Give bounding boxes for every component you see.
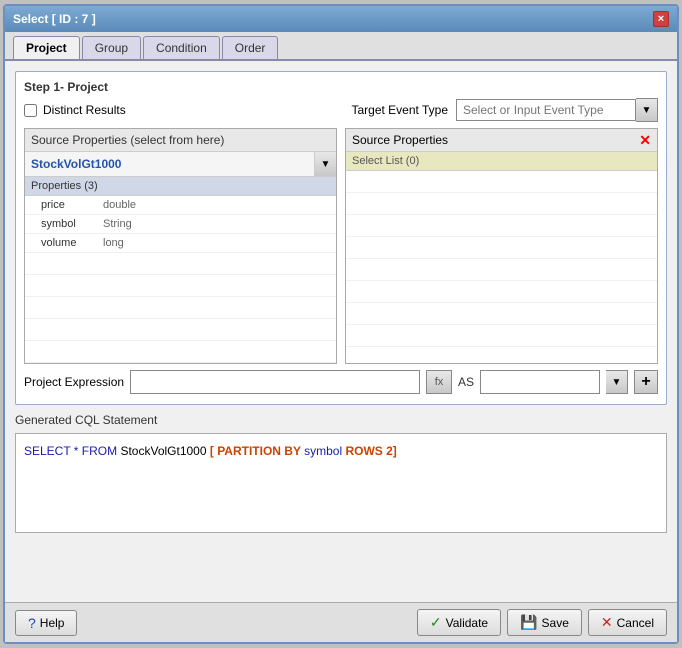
- save-label: Save: [542, 616, 569, 630]
- main-content: Step 1- Project Distinct Results Target …: [5, 61, 677, 602]
- title-bar: Select [ ID : 7 ] ×: [5, 6, 677, 32]
- cql-statement-box: SELECT * FROM StockVolGt1000 [ PARTITION…: [15, 433, 667, 533]
- left-panel-header: Source Properties (select from here): [25, 129, 336, 152]
- close-button[interactable]: ×: [653, 11, 669, 27]
- right-empty-row-2: [346, 193, 657, 215]
- empty-row-1: [25, 253, 336, 275]
- help-icon: ?: [28, 615, 36, 631]
- properties-header: Properties (3): [25, 177, 336, 196]
- add-expression-button[interactable]: +: [634, 370, 658, 394]
- empty-row-5: [25, 341, 336, 363]
- prop-type-symbol: String: [103, 218, 132, 230]
- save-icon: 💾: [520, 614, 537, 631]
- step-label: Step 1- Project: [24, 80, 658, 94]
- right-empty-row-5: [346, 259, 657, 281]
- as-label: AS: [458, 375, 474, 389]
- right-panel-rows: [346, 171, 657, 363]
- cql-select: SELECT * FROM: [24, 444, 120, 458]
- footer-right: ✓ Validate 💾 Save ✕ Cancel: [417, 609, 667, 636]
- tab-order[interactable]: Order: [222, 36, 279, 59]
- prop-type-price: double: [103, 199, 136, 211]
- expression-input[interactable]: [130, 370, 420, 394]
- distinct-checkbox[interactable]: [24, 104, 37, 117]
- project-section: Step 1- Project Distinct Results Target …: [15, 71, 667, 405]
- as-input[interactable]: [480, 370, 600, 394]
- empty-row-3: [25, 297, 336, 319]
- window-title: Select [ ID : 7 ]: [13, 12, 96, 26]
- prop-name-price: price: [41, 199, 91, 211]
- delete-icon[interactable]: ✕: [639, 133, 651, 147]
- source-panels: Source Properties (select from here) Sto…: [24, 128, 658, 364]
- validate-button[interactable]: ✓ Validate: [417, 609, 501, 636]
- cql-table: StockVolGt1000: [120, 444, 209, 458]
- right-empty-row-1: [346, 171, 657, 193]
- cql-partition: [ PARTITION BY: [210, 444, 304, 458]
- formula-button[interactable]: fx: [426, 370, 452, 394]
- cql-statement: SELECT * FROM StockVolGt1000 [ PARTITION…: [24, 444, 397, 458]
- formula-icon: fx: [435, 376, 444, 388]
- source-panel-right: Source Properties ✕ Select List (0): [345, 128, 658, 364]
- footer: ? Help ✓ Validate 💾 Save ✕ Cancel: [5, 602, 677, 642]
- footer-left: ? Help: [15, 610, 77, 636]
- cql-rows: ROWS 2]: [345, 444, 396, 458]
- select-list-header: Select List (0): [346, 152, 657, 171]
- project-expression-row: Project Expression fx AS ▼ +: [24, 364, 658, 396]
- generated-label: Generated CQL Statement: [15, 413, 667, 427]
- tab-group[interactable]: Group: [82, 36, 141, 59]
- cancel-icon: ✕: [601, 614, 613, 631]
- cancel-button[interactable]: ✕ Cancel: [588, 609, 667, 636]
- property-row-volume: volume long: [25, 234, 336, 253]
- right-empty-row-3: [346, 215, 657, 237]
- right-panel-title: Source Properties: [352, 133, 448, 147]
- event-type-dropdown-btn[interactable]: ▼: [636, 98, 658, 122]
- distinct-row: Distinct Results: [24, 103, 126, 117]
- tab-condition[interactable]: Condition: [143, 36, 220, 59]
- event-type-input[interactable]: [456, 99, 636, 121]
- generated-section: Generated CQL Statement SELECT * FROM St…: [15, 413, 667, 533]
- main-window: Select [ ID : 7 ] × Project Group Condit…: [3, 4, 679, 644]
- tab-project[interactable]: Project: [13, 36, 80, 59]
- source-select-value: StockVolGt1000: [25, 153, 314, 175]
- prop-name-volume: volume: [41, 237, 91, 249]
- as-dropdown-btn[interactable]: ▼: [606, 370, 628, 394]
- right-empty-row-7: [346, 303, 657, 325]
- target-event-row: Target Event Type ▼: [351, 98, 658, 122]
- source-dropdown: StockVolGt1000 ▼: [25, 152, 336, 177]
- tab-bar: Project Group Condition Order: [5, 32, 677, 61]
- cql-symbol: symbol: [304, 444, 345, 458]
- right-empty-row-6: [346, 281, 657, 303]
- prop-type-volume: long: [103, 237, 124, 249]
- target-event-label: Target Event Type: [351, 103, 448, 117]
- right-panel-header: Source Properties ✕: [346, 129, 657, 152]
- property-row-price: price double: [25, 196, 336, 215]
- save-button[interactable]: 💾 Save: [507, 609, 582, 636]
- validate-label: Validate: [446, 616, 488, 630]
- options-row: Distinct Results Target Event Type ▼: [24, 98, 658, 122]
- source-panel-left: Source Properties (select from here) Sto…: [24, 128, 337, 364]
- right-empty-row-8: [346, 325, 657, 347]
- empty-row-4: [25, 319, 336, 341]
- cancel-label: Cancel: [617, 616, 654, 630]
- distinct-label: Distinct Results: [43, 103, 126, 117]
- project-expression-label: Project Expression: [24, 375, 124, 389]
- help-label: Help: [40, 616, 65, 630]
- validate-icon: ✓: [430, 614, 442, 631]
- source-dropdown-btn[interactable]: ▼: [314, 152, 336, 176]
- right-empty-row-4: [346, 237, 657, 259]
- empty-row-2: [25, 275, 336, 297]
- prop-name-symbol: symbol: [41, 218, 91, 230]
- event-type-container: ▼: [456, 98, 658, 122]
- help-button[interactable]: ? Help: [15, 610, 77, 636]
- property-row-symbol: symbol String: [25, 215, 336, 234]
